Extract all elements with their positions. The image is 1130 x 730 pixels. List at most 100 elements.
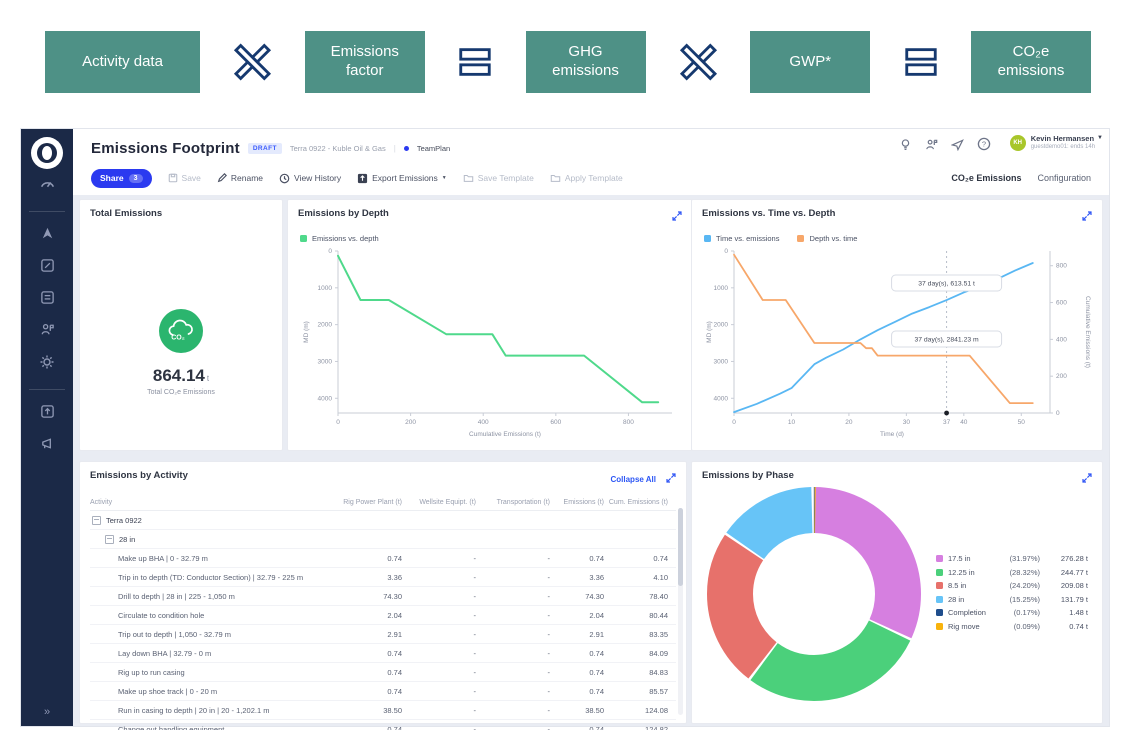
emissions-by-depth-card: Emissions by Depth Emissions vs. depth 0… (287, 199, 693, 451)
legend-swatch (300, 235, 307, 242)
card-title: Emissions by Depth (298, 208, 389, 219)
tick-label: 2000 (318, 322, 333, 329)
legend-value: 244.77 t (1040, 568, 1088, 577)
legend-item[interactable]: Depth vs. time (797, 234, 857, 243)
cell-value: - (402, 706, 476, 715)
separator: | (394, 144, 396, 153)
table-row[interactable]: Trip out to depth | 1,050 - 32.79 m2.91-… (90, 625, 676, 644)
table-row[interactable]: Run in casing to depth | 20 in | 20 - 1,… (90, 701, 676, 720)
legend-label: 12.25 in (948, 568, 996, 577)
collapse-all-link[interactable]: Collapse All (611, 475, 657, 484)
paper-plane-icon[interactable] (951, 138, 964, 156)
column-header: Transportation (t) (476, 499, 550, 506)
settings-gear-icon[interactable] (39, 354, 55, 375)
user-name: Kevin Hermansen (1031, 134, 1094, 144)
cell-value: 0.74 (328, 649, 402, 658)
forms-app-icon[interactable] (40, 290, 55, 310)
table-row[interactable]: 28 in (90, 530, 676, 549)
legend-item[interactable]: Emissions vs. depth (300, 234, 379, 243)
share-button[interactable]: Share 3 (91, 169, 152, 188)
dashboard-content: Total Emissions CO₂ 864.14t Total CO₂e E… (73, 195, 1109, 726)
legend-item[interactable]: Time vs. emissions (704, 234, 779, 243)
table-scrollbar[interactable] (678, 508, 683, 715)
view-history-button[interactable]: View History (279, 173, 341, 184)
donut-legend-item[interactable]: Completion(0.17%)1.48 t (936, 608, 1088, 617)
tab-configuration[interactable]: Configuration (1037, 173, 1091, 183)
total-emissions-card: Total Emissions CO₂ 864.14t Total CO₂e E… (79, 199, 283, 451)
expand-icon[interactable] (672, 208, 682, 226)
cell-value: - (476, 554, 550, 563)
tick-label: 400 (1056, 336, 1067, 343)
tick-label: 600 (550, 419, 561, 426)
card-title: Emissions by Activity (90, 470, 188, 481)
help-icon[interactable]: ? (977, 137, 991, 156)
save-template-button[interactable]: Save Template (463, 173, 534, 183)
formula-box-gwp: GWP* (750, 31, 870, 93)
table-row[interactable]: Circulate to condition hole2.04--2.0480.… (90, 606, 676, 625)
announcements-megaphone-icon[interactable] (40, 436, 55, 456)
avatar: KH (1010, 135, 1026, 151)
collapse-expander-icon[interactable] (92, 516, 101, 525)
legend-swatch (936, 596, 943, 603)
legend-swatch (704, 235, 711, 242)
table-row[interactable]: Lay down BHA | 32.79 - 0 m0.74--0.7484.0… (90, 644, 676, 663)
sidebar-expand-icon[interactable]: » (44, 706, 50, 718)
expand-icon[interactable] (1082, 470, 1092, 488)
cell-value: 84.83 (604, 668, 676, 677)
expand-icon[interactable] (666, 470, 676, 488)
teamplan-label[interactable]: TeamPlan (417, 144, 450, 153)
lightbulb-icon[interactable] (899, 138, 912, 156)
teamplan-dot-icon (404, 146, 409, 151)
cell-value: 2.91 (328, 630, 402, 639)
cell-value: 85.57 (604, 687, 676, 696)
cell-value: 3.36 (550, 573, 604, 582)
rename-button[interactable]: Rename (217, 173, 263, 183)
donut-legend-item[interactable]: 12.25 in(28.32%)244.77 t (936, 568, 1088, 577)
table-row[interactable]: Make up BHA | 0 - 32.79 m0.74--0.740.74 (90, 549, 676, 568)
scrollbar-thumb[interactable] (678, 508, 683, 586)
svg-text:?: ? (982, 140, 986, 149)
cell-value: 0.74 (550, 668, 604, 677)
table-row[interactable]: Trip in to depth (TD: Conductor Section)… (90, 568, 676, 587)
apply-template-button[interactable]: Apply Template (550, 173, 623, 183)
cell-value: 0.74 (550, 687, 604, 696)
donut-legend-item[interactable]: Rig move(0.09%)0.74 t (936, 622, 1088, 631)
table-row[interactable]: Terra 0922 (90, 511, 676, 530)
donut-legend-item[interactable]: 8.5 in(24.20%)209.08 t (936, 581, 1088, 590)
table-row[interactable]: Make up shoe track | 0 - 20 m0.74--0.748… (90, 682, 676, 701)
formula-box-emissions-factor: Emissions factor (305, 31, 425, 93)
tick-label: 0 (328, 248, 332, 255)
person-flag-icon[interactable] (40, 322, 55, 342)
collapse-expander-icon[interactable] (105, 535, 114, 544)
tab-co2e-emissions[interactable]: CO₂e Emissions (951, 173, 1021, 183)
user-menu[interactable]: KH Kevin Hermansen ▼ guestdemo01: ends 1… (1010, 134, 1103, 152)
chevron-down-icon: ▼ (442, 175, 447, 181)
export-emissions-button[interactable]: Export Emissions ▼ (357, 173, 447, 184)
app-logo-icon[interactable] (31, 137, 63, 169)
legend-value: 276.28 t (1040, 554, 1088, 563)
performance-gauge-icon[interactable] (39, 175, 56, 197)
person-flag-icon[interactable] (925, 138, 938, 156)
table-row[interactable]: Drill to depth | 28 in | 225 - 1,050 m74… (90, 587, 676, 606)
tick-label: 0 (336, 419, 340, 426)
y-axis-label: MD (m) (303, 321, 310, 343)
export-box-icon[interactable] (40, 404, 55, 424)
rename-label: Rename (231, 173, 263, 183)
donut-legend-item[interactable]: 17.5 in(31.97%)276.28 t (936, 554, 1088, 563)
expand-icon[interactable] (1082, 208, 1092, 226)
formula-diagram: Activity data Emissions factor GHG emiss… (45, 26, 1091, 98)
cell-value: 38.50 (550, 706, 604, 715)
donut-legend: 17.5 in(31.97%)276.28 t 12.25 in(28.32%)2… (936, 554, 1088, 631)
export-emissions-label: Export Emissions (372, 173, 438, 183)
table-row[interactable]: Change out handling equipment0.74--0.741… (90, 720, 676, 730)
navigation-arrow-icon[interactable] (40, 226, 55, 246)
save-button[interactable]: Save (168, 173, 201, 183)
donut-legend-item[interactable]: 28 in(15.25%)131.79 t (936, 595, 1088, 604)
equals-icon (456, 39, 494, 85)
cell-value: - (476, 649, 550, 658)
edit-app-icon[interactable] (40, 258, 55, 278)
tick-label: 4000 (714, 395, 729, 402)
table-row[interactable]: Rig up to run casing0.74--0.7484.83 (90, 663, 676, 682)
card-title: Emissions vs. Time vs. Depth (702, 208, 835, 219)
x-axis-label: Cumulative Emissions (t) (469, 431, 541, 438)
